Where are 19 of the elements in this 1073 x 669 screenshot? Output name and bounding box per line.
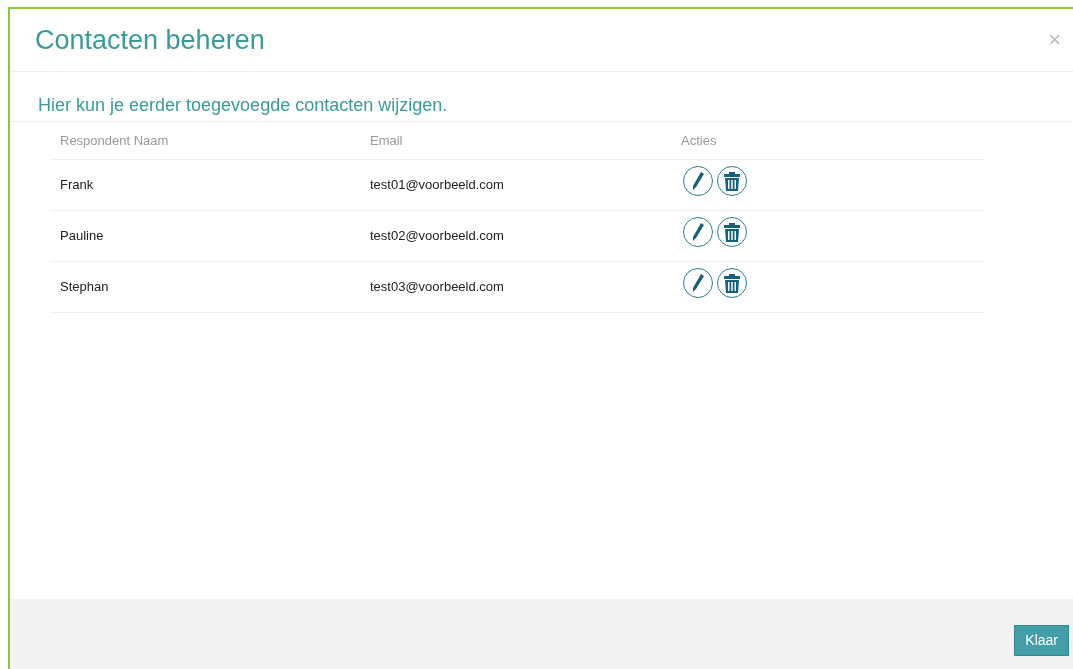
column-header: Email [370,131,404,150]
close-button[interactable]: × [1048,29,1061,51]
pencil-icon [691,222,705,242]
done-button[interactable]: Klaar [1014,625,1069,656]
table-cell-text: Frank [59,176,95,195]
table-cell-text: test03@voorbeeld.com [370,278,505,297]
trash-icon [724,222,740,242]
trash-icon [724,171,740,191]
table-cell-text: test01@voorbeeld.com [370,176,505,195]
table-cell-text: Pauline [59,227,105,246]
column-header: Respondent Naam [59,131,170,150]
pencil-icon [691,171,705,191]
table-cell-text: Stephan [59,278,110,297]
dialog-title: Contacten beheren [35,23,265,57]
subtitle: Hier kun je eerder toegevoegde contacten wijzigen. [38,95,448,115]
trash-icon [724,273,740,293]
pencil-icon [691,273,705,293]
table-cell-text: test02@voorbeeld.com [370,227,505,246]
column-header: Acties [681,131,717,150]
